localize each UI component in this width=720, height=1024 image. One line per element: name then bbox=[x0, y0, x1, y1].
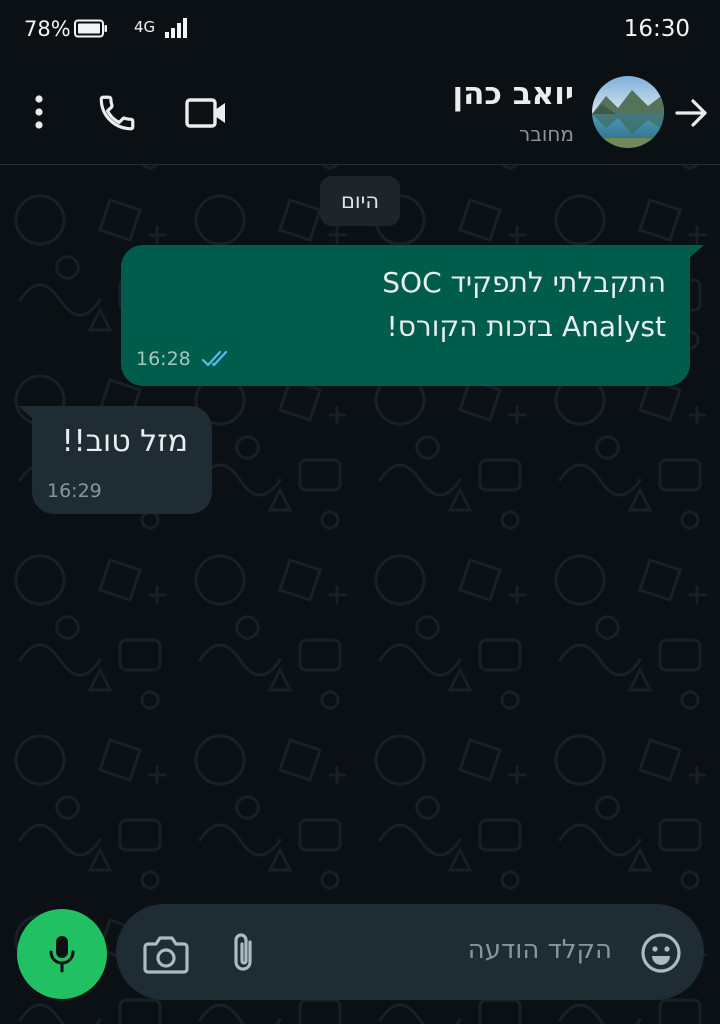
bubble-tail bbox=[688, 245, 704, 259]
incoming-message[interactable]: מזל טוב!! 16:29 bbox=[18, 406, 212, 514]
attach-icon[interactable] bbox=[222, 930, 266, 976]
message-text: התקבלתי לתפקיד SOC Analyst בזכות הקורס! bbox=[146, 261, 666, 349]
emoji-icon[interactable] bbox=[640, 932, 682, 974]
menu-dots-icon[interactable] bbox=[26, 94, 52, 130]
outgoing-message[interactable]: התקבלתי לתפקיד SOC Analyst בזכות הקורס! … bbox=[121, 245, 704, 386]
contact-name[interactable]: יואב כהן bbox=[452, 76, 574, 112]
message-time: 16:29 bbox=[47, 480, 102, 502]
network-type: 4G bbox=[134, 18, 156, 36]
mic-button[interactable] bbox=[17, 909, 107, 999]
contact-avatar[interactable] bbox=[592, 76, 664, 148]
message-input[interactable]: הקלד הודעה bbox=[116, 904, 704, 1000]
message-line: התקבלתי לתפקיד SOC bbox=[382, 266, 666, 299]
message-time: 16:28 bbox=[136, 348, 191, 370]
camera-icon[interactable] bbox=[142, 932, 190, 976]
message-text: מזל טוב!! bbox=[61, 424, 188, 459]
phone-icon[interactable] bbox=[96, 92, 138, 134]
contact-status: מחובר bbox=[519, 122, 574, 146]
arrow-right-icon[interactable] bbox=[672, 94, 710, 132]
video-camera-icon[interactable] bbox=[184, 94, 228, 132]
status-bar: 78% 4G 16:30 bbox=[0, 0, 720, 58]
battery-icon bbox=[74, 19, 107, 38]
bubble-tail bbox=[18, 406, 34, 420]
mic-icon bbox=[49, 936, 75, 973]
battery-percent: 78% bbox=[24, 17, 71, 41]
read-ticks-icon bbox=[201, 350, 228, 367]
input-placeholder: הקלד הודעה bbox=[467, 935, 612, 965]
date-chip: היום bbox=[320, 176, 400, 226]
chat-header: יואב כהן מחובר bbox=[0, 58, 720, 165]
status-time: 16:30 bbox=[623, 16, 690, 42]
signal-icon bbox=[165, 18, 187, 38]
message-line: Analyst בזכות הקורס! bbox=[386, 310, 667, 343]
